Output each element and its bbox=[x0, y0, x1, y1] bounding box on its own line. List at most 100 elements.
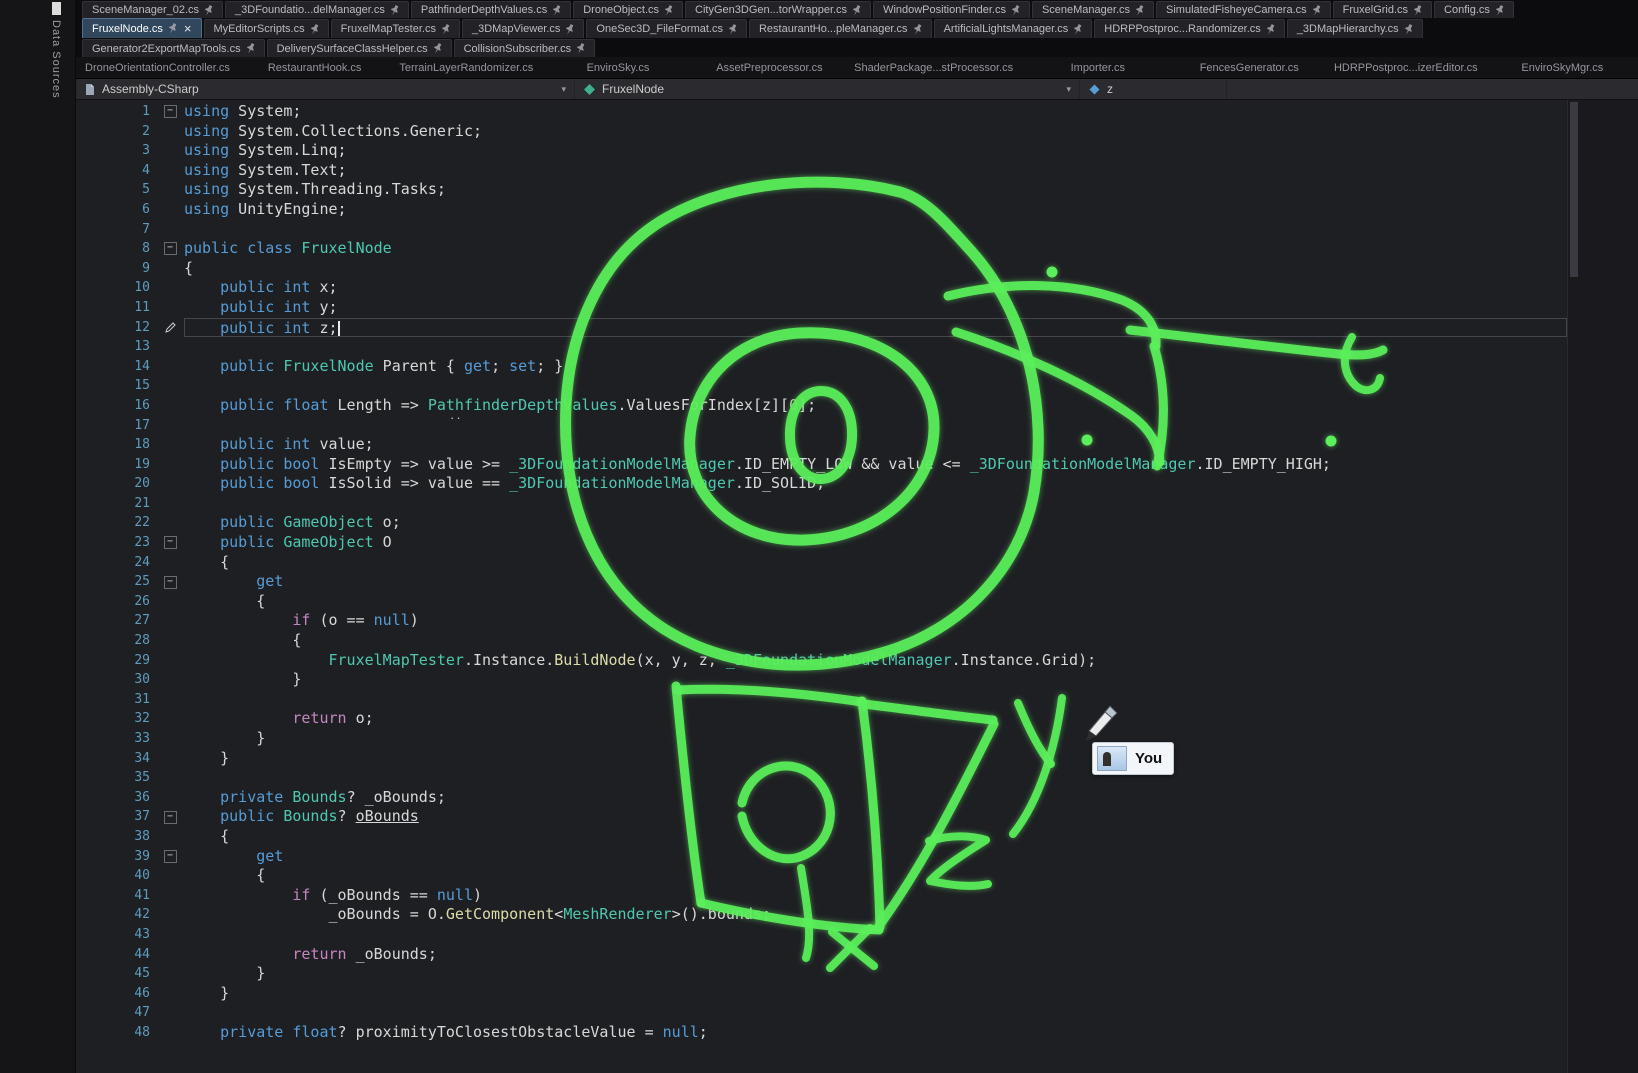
code-line-19[interactable]: 19 public bool IsEmpty => value >= _3DFo… bbox=[76, 455, 1567, 475]
code-line-34[interactable]: 34 } bbox=[76, 749, 1567, 769]
code-line-4[interactable]: 4using System.Text; bbox=[76, 161, 1567, 181]
code-line-16[interactable]: 16 public float Length => PathfinderDept… bbox=[76, 396, 1567, 416]
pin-icon[interactable] bbox=[202, 3, 215, 17]
pin-icon[interactable] bbox=[1009, 3, 1022, 17]
code-line-10[interactable]: 10 public int x; bbox=[76, 278, 1567, 298]
pin-icon[interactable] bbox=[726, 22, 739, 36]
tab-envirosky-cs[interactable]: EnviroSky.cs bbox=[542, 57, 693, 78]
tab-droneorientationcontroller-cs[interactable]: DroneOrientationController.cs bbox=[76, 57, 239, 78]
data-sources-tab[interactable]: Data Sources bbox=[50, 20, 62, 99]
code-line-12[interactable]: 12 public int z; bbox=[76, 318, 1567, 338]
pin-icon[interactable] bbox=[166, 22, 179, 36]
pin-icon[interactable] bbox=[1493, 3, 1506, 17]
pin-icon[interactable] bbox=[662, 3, 675, 17]
tab-simulatedfisheyecamera-cs[interactable]: SimulatedFisheyeCamera.cs bbox=[1156, 1, 1331, 18]
code-line-40[interactable]: 40 { bbox=[76, 866, 1567, 886]
tab-3dfoundatio-delmanager-cs[interactable]: _3DFoundatio...delManager.cs bbox=[225, 1, 409, 18]
code-line-17[interactable]: 17 bbox=[76, 416, 1567, 436]
code-line-18[interactable]: 18 public int value; bbox=[76, 435, 1567, 455]
tab-deliverysurfaceclasshelper-cs[interactable]: DeliverySurfaceClassHelper.cs bbox=[267, 39, 452, 57]
code-line-36[interactable]: 36 private Bounds? _oBounds; bbox=[76, 788, 1567, 808]
tab-close-icon[interactable]: × bbox=[184, 22, 192, 35]
tab-restauranthook-cs[interactable]: RestaurantHook.cs bbox=[239, 57, 390, 78]
pin-icon[interactable] bbox=[388, 3, 401, 17]
code-line-13[interactable]: 13 bbox=[76, 337, 1567, 357]
tab-hdrppostproc-izereditor-cs[interactable]: HDRPPostproc...izerEditor.cs bbox=[1325, 57, 1487, 78]
tab-scenemanager-cs[interactable]: SceneManager.cs bbox=[1032, 1, 1154, 18]
code-line-8[interactable]: 8−public class FruxelNode bbox=[76, 239, 1567, 259]
tab-config-cs[interactable]: Config.cs bbox=[1434, 1, 1514, 18]
code-line-45[interactable]: 45 } bbox=[76, 964, 1567, 984]
pin-icon[interactable] bbox=[911, 22, 924, 36]
code-line-32[interactable]: 32 return o; bbox=[76, 709, 1567, 729]
pin-icon[interactable] bbox=[439, 22, 452, 36]
code-line-38[interactable]: 38 { bbox=[76, 827, 1567, 847]
tab-3dmaphierarchy-cs[interactable]: _3DMapHierarchy.cs bbox=[1287, 19, 1423, 38]
member-dropdown[interactable]: z bbox=[1080, 79, 1227, 99]
tab-enviroskymgr-cs[interactable]: EnviroSkyMgr.cs bbox=[1487, 57, 1638, 78]
code-line-6[interactable]: 6using UnityEngine; bbox=[76, 200, 1567, 220]
code-line-2[interactable]: 2using System.Collections.Generic; bbox=[76, 122, 1567, 142]
code-line-42[interactable]: 42 _oBounds = O.GetComponent<MeshRendere… bbox=[76, 905, 1567, 925]
code-line-44[interactable]: 44 return _oBounds; bbox=[76, 945, 1567, 965]
fold-collapse-icon[interactable]: − bbox=[164, 850, 177, 863]
code-line-23[interactable]: 23− public GameObject O bbox=[76, 533, 1567, 553]
code-line-47[interactable]: 47 bbox=[76, 1003, 1567, 1023]
tab-collisionsubscriber-cs[interactable]: CollisionSubscriber.cs bbox=[454, 39, 596, 57]
code-line-20[interactable]: 20 public bool IsSolid => value == _3DFo… bbox=[76, 474, 1567, 494]
pin-icon[interactable] bbox=[1411, 3, 1424, 17]
fold-collapse-icon[interactable]: − bbox=[164, 576, 177, 589]
tab-importer-cs[interactable]: Importer.cs bbox=[1022, 57, 1173, 78]
code-line-35[interactable]: 35 bbox=[76, 768, 1567, 788]
code-line-39[interactable]: 39− get bbox=[76, 847, 1567, 867]
pin-icon[interactable] bbox=[1402, 22, 1415, 36]
tab-windowpositionfinder-cs[interactable]: WindowPositionFinder.cs bbox=[873, 1, 1030, 18]
code-line-28[interactable]: 28 { bbox=[76, 631, 1567, 651]
code-line-26[interactable]: 26 { bbox=[76, 592, 1567, 612]
tab-shaderpackage-stprocessor-cs[interactable]: ShaderPackage...stProcessor.cs bbox=[845, 57, 1022, 78]
pin-icon[interactable] bbox=[1310, 3, 1323, 17]
pin-icon[interactable] bbox=[550, 3, 563, 17]
fold-collapse-icon[interactable]: − bbox=[164, 105, 177, 118]
code-line-24[interactable]: 24 { bbox=[76, 553, 1567, 573]
tab-artificiallightsmanager-cs[interactable]: ArtificialLightsManager.cs bbox=[934, 19, 1093, 38]
tab-restaurantho-plemanager-cs[interactable]: RestaurantHo...pleManager.cs bbox=[749, 19, 932, 38]
tab-fruxelmaptester-cs[interactable]: FruxelMapTester.cs bbox=[331, 19, 460, 38]
code-line-7[interactable]: 7 bbox=[76, 220, 1567, 240]
tab-scenemanager-02-cs[interactable]: SceneManager_02.cs bbox=[82, 1, 223, 18]
code-editor[interactable]: 1−using System;2using System.Collections… bbox=[76, 100, 1567, 1073]
code-line-46[interactable]: 46 } bbox=[76, 984, 1567, 1004]
pin-icon[interactable] bbox=[563, 22, 576, 36]
pin-icon[interactable] bbox=[244, 42, 257, 56]
fold-collapse-icon[interactable]: − bbox=[164, 536, 177, 549]
tab-myeditorscripts-cs[interactable]: MyEditorScripts.cs bbox=[204, 19, 329, 38]
pin-icon[interactable] bbox=[1133, 3, 1146, 17]
code-line-14[interactable]: 14 public FruxelNode Parent { get; set; … bbox=[76, 357, 1567, 377]
code-line-48[interactable]: 48 private float? proximityToClosestObst… bbox=[76, 1023, 1567, 1043]
code-line-29[interactable]: 29 FruxelMapTester.Instance.BuildNode(x,… bbox=[76, 651, 1567, 671]
fold-collapse-icon[interactable]: − bbox=[164, 811, 177, 824]
tab-citygen3dgen-torwrapper-cs[interactable]: CityGen3DGen...torWrapper.cs bbox=[685, 1, 871, 18]
code-line-33[interactable]: 33 } bbox=[76, 729, 1567, 749]
type-dropdown[interactable]: FruxelNode ▾ bbox=[575, 79, 1080, 99]
pin-icon[interactable] bbox=[574, 42, 587, 56]
tab-fruxelgrid-cs[interactable]: FruxelGrid.cs bbox=[1333, 1, 1432, 18]
tab-onesec3d-fileformat-cs[interactable]: OneSec3D_FileFormat.cs bbox=[586, 19, 747, 38]
tab-3dmapviewer-cs[interactable]: _3DMapViewer.cs bbox=[462, 19, 584, 38]
code-line-30[interactable]: 30 } bbox=[76, 670, 1567, 690]
pin-icon[interactable] bbox=[1071, 22, 1084, 36]
fold-collapse-icon[interactable]: − bbox=[164, 242, 177, 255]
scrollbar-thumb[interactable] bbox=[1570, 102, 1578, 277]
code-line-9[interactable]: 9{ bbox=[76, 259, 1567, 279]
tab-droneobject-cs[interactable]: DroneObject.cs bbox=[573, 1, 683, 18]
tab-terrainlayerrandomizer-cs[interactable]: TerrainLayerRandomizer.cs bbox=[390, 57, 542, 78]
tab-pathfinderdepthvalues-cs[interactable]: PathfinderDepthValues.cs bbox=[411, 1, 571, 18]
code-line-41[interactable]: 41 if (_oBounds == null) bbox=[76, 886, 1567, 906]
code-line-25[interactable]: 25− get bbox=[76, 572, 1567, 592]
code-line-5[interactable]: 5using System.Threading.Tasks; bbox=[76, 180, 1567, 200]
pin-icon[interactable] bbox=[850, 3, 863, 17]
tab-fruxelnode-cs[interactable]: FruxelNode.cs× bbox=[82, 18, 202, 38]
tab-hdrppostproc-randomizer-cs[interactable]: HDRPPostproc...Randomizer.cs bbox=[1094, 19, 1285, 38]
project-dropdown[interactable]: Assembly-CSharp ▾ bbox=[76, 79, 575, 99]
code-line-11[interactable]: 11 public int y; bbox=[76, 298, 1567, 318]
